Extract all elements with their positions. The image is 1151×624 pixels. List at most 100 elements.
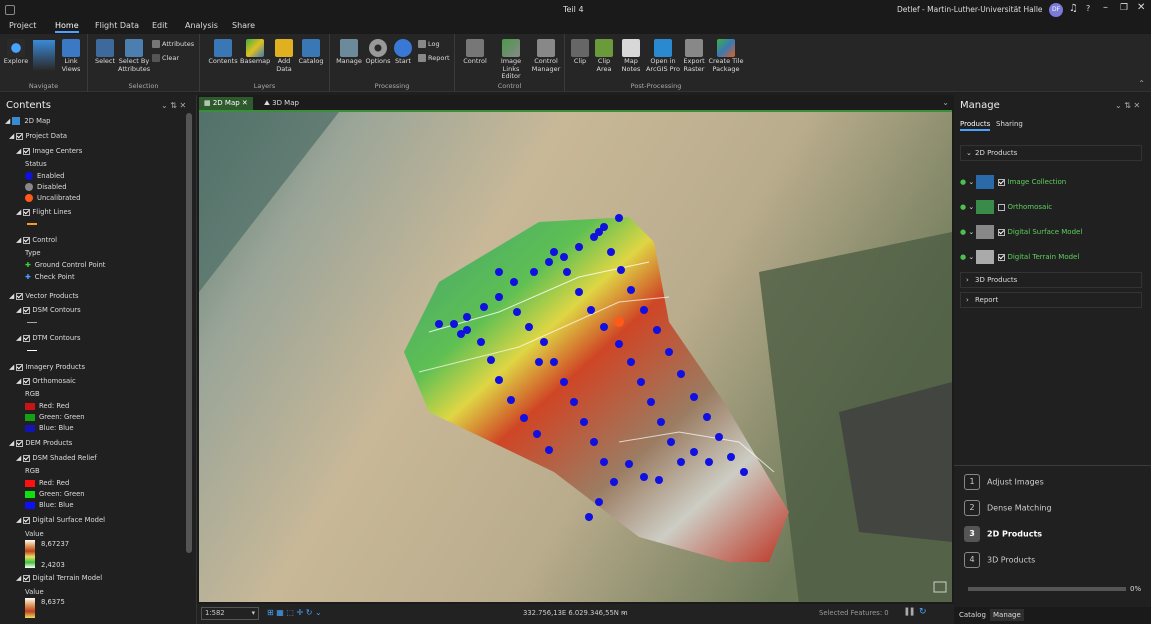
clip-button[interactable]: Clip [569, 39, 591, 66]
tree-vector-products[interactable]: ◢ Vector Products [9, 292, 79, 300]
tab-share[interactable]: Share [232, 21, 255, 30]
tab-home[interactable]: Home [55, 21, 79, 33]
add-data-button[interactable]: Add Data [272, 39, 296, 73]
checkbox[interactable] [998, 178, 1006, 186]
tab-2d-map[interactable]: ▦ 2D Map ✕ [199, 97, 253, 110]
checkbox[interactable] [23, 334, 31, 342]
checkbox[interactable] [998, 228, 1006, 236]
manage-pane-options-icon[interactable]: ⌄ ⇅ ✕ [1115, 101, 1140, 110]
close-button[interactable]: ✕ [1137, 2, 1145, 13]
tree-control[interactable]: ◢ Control [16, 236, 57, 244]
product-orthomosaic[interactable]: ● ⌄ Orthomosaic [960, 200, 1052, 214]
checkbox[interactable] [16, 292, 24, 300]
clip-area-button[interactable]: Clip Area [591, 39, 617, 73]
map-canvas[interactable] [199, 110, 952, 602]
tab-manage[interactable]: Manage [990, 609, 1024, 621]
tab-project[interactable]: Project [9, 21, 36, 30]
basemap-button[interactable]: Basemap [240, 39, 270, 66]
map-tabs-dropdown-icon[interactable]: ⌄ [942, 98, 949, 107]
control-button[interactable]: Control [459, 39, 491, 66]
pause-icon[interactable]: ▐▐ [903, 608, 913, 616]
coordinate-format-chevron-icon[interactable]: ⌄ [621, 608, 627, 616]
select-button[interactable]: Select [92, 39, 118, 66]
tab-3d-map[interactable]: ⛰ 3D Map [259, 97, 304, 110]
control-manager-button[interactable]: Control Manager [529, 39, 563, 73]
image-center-point [740, 468, 748, 476]
product-image-collection[interactable]: ● ⌄ Image Collection [960, 175, 1066, 189]
section-3d-products[interactable]: › 3D Products [960, 272, 1142, 288]
grid-tools-icon[interactable]: ⊞ ▦ ⬚ ✛ ↻ ⌄ [267, 608, 322, 617]
report-button[interactable]: Report [418, 54, 450, 62]
manage-button[interactable]: Manage [334, 39, 364, 66]
tree-project-data[interactable]: ◢ Project Data [9, 132, 67, 140]
minimize-button[interactable]: – [1103, 2, 1108, 13]
avatar[interactable]: DF [1049, 3, 1063, 17]
checkbox[interactable] [16, 363, 24, 371]
step-dense-matching[interactable]: 2 Dense Matching [964, 500, 1144, 522]
step-2d-products[interactable]: 3 2D Products [964, 526, 1144, 548]
checkbox[interactable] [23, 454, 31, 462]
section-report[interactable]: › Report [960, 292, 1142, 308]
tile-package-icon [717, 39, 735, 57]
tab-sharing[interactable]: Sharing [996, 120, 1023, 128]
start-button[interactable]: Start [392, 39, 414, 66]
export-raster-button[interactable]: Export Raster [681, 39, 707, 73]
bell-icon[interactable]: ♫ [1069, 3, 1078, 14]
tab-catalog[interactable]: Catalog [959, 611, 986, 619]
progress-bar [968, 587, 1126, 591]
checkbox[interactable] [23, 208, 31, 216]
checkbox[interactable] [23, 147, 31, 155]
tree-orthomosaic[interactable]: ◢ Orthomosaic [16, 377, 76, 385]
checkbox[interactable] [23, 306, 31, 314]
checkbox[interactable] [998, 253, 1006, 261]
pane-options-icon[interactable]: ⌄ ⇅ ✕ [161, 101, 186, 110]
contents-button[interactable]: Contents [208, 39, 238, 66]
tree-imagery-products[interactable]: ◢ Imagery Products [9, 363, 85, 371]
tab-analysis[interactable]: Analysis [185, 21, 218, 30]
checkbox[interactable] [23, 377, 31, 385]
map-notes-button[interactable]: Map Notes [617, 39, 645, 73]
tab-edit[interactable]: Edit [152, 21, 168, 30]
collapse-ribbon-icon[interactable]: ⌃ [1138, 79, 1145, 88]
checkbox[interactable] [16, 439, 24, 447]
tree-dsm-shaded-relief[interactable]: ◢ DSM Shaded Relief [16, 454, 97, 462]
section-2d-products[interactable]: ⌄ 2D Products [960, 145, 1142, 161]
nav-arrows-icon[interactable] [33, 40, 55, 70]
explore-button[interactable]: Explore [3, 39, 29, 66]
clear-button[interactable]: Clear [152, 54, 179, 62]
select-by-attributes-button[interactable]: Select By Attributes [118, 39, 150, 73]
checkbox[interactable] [23, 516, 31, 524]
tree-dtm[interactable]: ◢ Digital Terrain Model [16, 574, 102, 582]
tree-image-centers[interactable]: ◢ Image Centers [16, 147, 82, 155]
checkbox[interactable] [23, 574, 31, 582]
tree-dsm-contours[interactable]: ◢ DSM Contours [16, 306, 81, 314]
tab-flight-data[interactable]: Flight Data [95, 21, 139, 30]
refresh-icon[interactable]: ↻ [919, 607, 927, 617]
step-adjust-images[interactable]: 1 Adjust Images [964, 474, 1144, 496]
step-3d-products[interactable]: 4 3D Products [964, 552, 1144, 574]
scrollbar[interactable] [186, 113, 192, 553]
options-button[interactable]: Options [364, 39, 392, 66]
tree-flight-lines[interactable]: ◢ Flight Lines [16, 208, 71, 216]
tree-dtm-contours[interactable]: ◢ DTM Contours [16, 334, 80, 342]
tree-2d-map[interactable]: ◢ 2D Map [5, 117, 50, 125]
log-button[interactable]: Log [418, 40, 440, 48]
close-tab-icon[interactable]: ✕ [242, 99, 248, 107]
help-button[interactable]: ? [1086, 4, 1090, 13]
product-dtm[interactable]: ● ⌄ Digital Terrain Model [960, 250, 1079, 264]
checkbox[interactable] [23, 236, 31, 244]
create-tile-package-button[interactable]: Create Tile Package [707, 39, 745, 73]
image-links-editor-button[interactable]: Image Links Editor [493, 39, 529, 81]
link-views-button[interactable]: Link Views [58, 39, 84, 73]
tab-products[interactable]: Products [960, 120, 991, 131]
tree-dem-products[interactable]: ◢ DEM Products [9, 439, 72, 447]
scale-dropdown[interactable]: 1:582 ▾ [201, 607, 259, 620]
checkbox[interactable] [16, 132, 24, 140]
product-dsm[interactable]: ● ⌄ Digital Surface Model [960, 225, 1082, 239]
catalog-button[interactable]: Catalog [296, 39, 326, 66]
open-in-arcgis-pro-button[interactable]: Open in ArcGIS Pro [645, 39, 681, 73]
checkbox[interactable] [998, 203, 1006, 211]
restore-button[interactable]: ❐ [1120, 3, 1128, 13]
attributes-button[interactable]: Attributes [152, 40, 194, 48]
tree-dsm[interactable]: ◢ Digital Surface Model [16, 516, 105, 524]
